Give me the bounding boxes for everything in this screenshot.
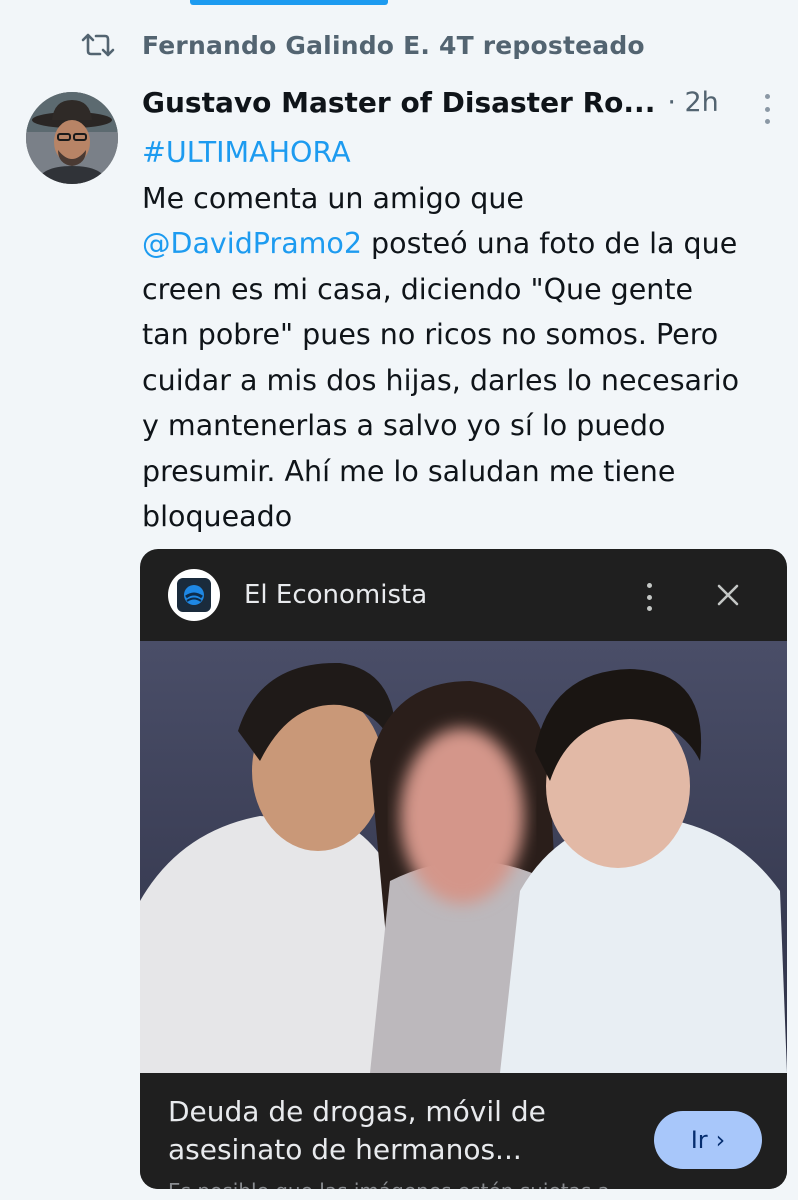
more-options-icon[interactable] — [752, 92, 782, 126]
timestamp[interactable]: · 2h — [667, 87, 718, 118]
go-label: Ir — [690, 1126, 708, 1154]
headline-line: asesinato de hermanos... — [168, 1133, 522, 1166]
tweet-text: #ULTIMAHORA Me comenta un amigo que @Dav… — [142, 130, 792, 540]
tweet-header: Gustavo Master of Disaster Ro... · 2h — [142, 86, 782, 124]
card-footer: Deuda de drogas, móvil de asesinato de h… — [140, 1073, 787, 1189]
go-button[interactable]: Ir › — [654, 1111, 762, 1169]
media-screenshot-card[interactable]: El Economista Deuda de drogas, móvil de … — [140, 549, 787, 1189]
card-header: El Economista — [140, 549, 787, 641]
tweet-line: posteó una foto de la que — [361, 227, 738, 260]
hashtag-link[interactable]: #ULTIMAHORA — [142, 136, 351, 169]
repost-icon — [80, 30, 116, 60]
repost-label[interactable]: Fernando Galindo E. 4T reposteado — [142, 31, 645, 60]
tweet-line: y mantenerlas a salvo yo sí lo puedo — [142, 409, 666, 442]
tweet-line: presumir. Ahí me lo saludan me tiene — [142, 454, 676, 488]
active-tab-indicator — [190, 0, 388, 5]
news-photo — [140, 641, 787, 1073]
tweet-line: tan pobre" pues no ricos no somos. Pero — [142, 318, 719, 351]
image-disclaimer: Es posible que las imágenes estén sujeta… — [168, 1179, 768, 1189]
mention-link[interactable]: @DavidPramo2 — [142, 227, 362, 260]
chevron-right-icon: › — [715, 1126, 726, 1154]
source-name: El Economista — [244, 580, 428, 610]
tweet-line: creen es mi casa, diciendo "Que gente — [142, 272, 694, 306]
close-icon[interactable] — [712, 579, 744, 611]
repost-context: Fernando Galindo E. 4T reposteado — [80, 30, 645, 60]
article-headline[interactable]: Deuda de drogas, móvil de asesinato de h… — [168, 1093, 608, 1169]
tweet-line: cuidar a mis dos hijas, darles lo necesa… — [142, 363, 740, 397]
display-name[interactable]: Gustavo Master of Disaster Ro... — [142, 86, 655, 119]
avatar[interactable] — [26, 92, 118, 184]
card-more-icon[interactable] — [644, 583, 654, 611]
headline-line: Deuda de drogas, móvil de — [168, 1095, 546, 1128]
source-logo-icon — [168, 569, 220, 621]
tweet-line: bloqueado — [142, 500, 293, 533]
tweet-line: Me comenta un amigo que — [142, 181, 524, 215]
